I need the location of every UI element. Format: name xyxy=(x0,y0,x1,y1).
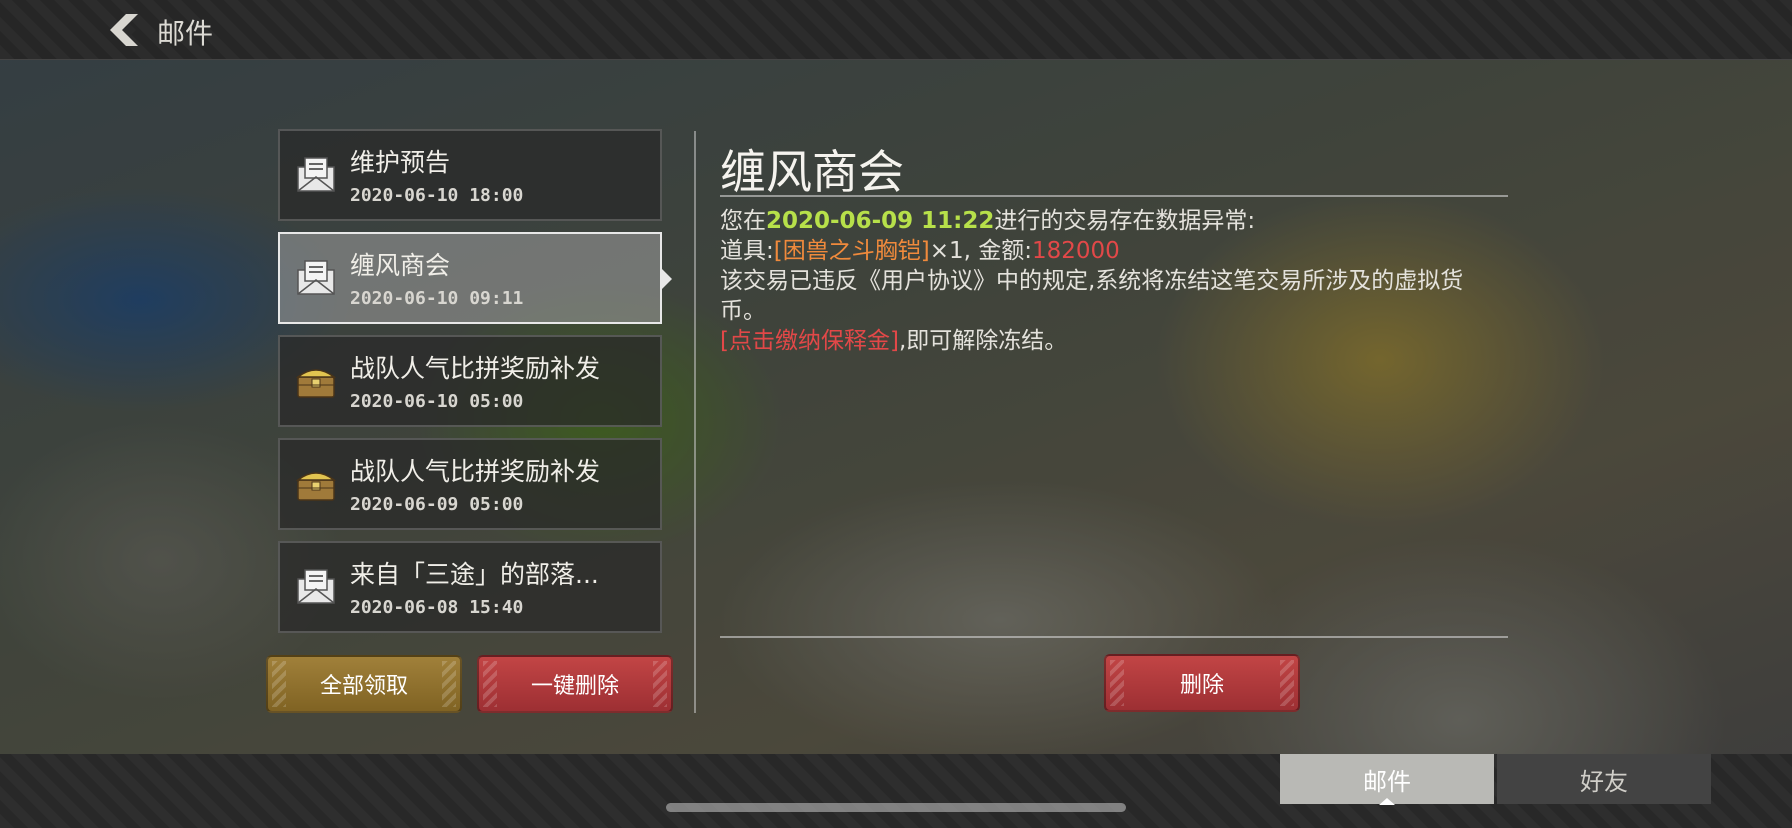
pay-bail-link[interactable]: [点击缴纳保释金] xyxy=(720,328,899,354)
trade-amount: 182000 xyxy=(1031,238,1120,264)
tab-friends[interactable]: 好友 xyxy=(1497,754,1711,804)
envelope-icon xyxy=(297,569,335,604)
mail-item-selected[interactable]: 缠风商会 2020-06-10 09:11 xyxy=(278,232,672,324)
mail-detail-title: 缠风商会 xyxy=(720,145,904,199)
panel-divider xyxy=(694,131,696,713)
detail-text: ,即可解除冻结。 xyxy=(898,328,1068,354)
detail-text: 进行的交易存在数据异常: xyxy=(994,208,1256,234)
title-divider xyxy=(720,195,1508,197)
envelope-icon xyxy=(297,260,335,295)
detail-text: ×1, 金额: xyxy=(929,238,1032,264)
detail-line-4: [点击缴纳保释金],即可解除冻结。 xyxy=(720,326,1508,356)
mail-title: 维护预告 xyxy=(350,148,451,177)
active-tab-caret-icon xyxy=(1379,798,1395,805)
detail-text: 您在 xyxy=(720,208,766,234)
mail-item[interactable]: 战队人气比拼奖励补发 2020-06-09 05:00 xyxy=(278,438,662,530)
item-name: [困兽之斗胸铠] xyxy=(773,238,930,264)
tab-mail-label: 邮件 xyxy=(1363,767,1411,796)
trade-time: 2020-06-09 11:22 xyxy=(766,208,995,234)
mail-list: 维护预告 2020-06-10 18:00 缠风商会 2020-06-10 09… xyxy=(278,129,672,644)
selection-arrow-icon xyxy=(661,268,672,290)
mail-time: 2020-06-08 15:40 xyxy=(350,597,524,618)
home-indicator[interactable] xyxy=(666,803,1126,812)
delete-button[interactable]: 删除 xyxy=(1104,654,1300,712)
back-button[interactable] xyxy=(108,12,142,48)
mail-time: 2020-06-10 05:00 xyxy=(350,391,524,412)
top-bar: 邮件 xyxy=(0,0,1792,60)
mail-title: 战队人气比拼奖励补发 xyxy=(350,354,601,383)
mail-time: 2020-06-10 09:11 xyxy=(350,288,524,309)
detail-line-2: 道具:[困兽之斗胸铠]×1, 金额:182000 xyxy=(720,236,1508,266)
back-chevron-icon xyxy=(110,14,138,46)
detail-text: 道具: xyxy=(720,238,774,264)
mail-item[interactable]: 来自「三途」的部落... 2020-06-08 15:40 xyxy=(278,541,662,633)
mail-title: 缠风商会 xyxy=(350,251,451,280)
tab-friends-label: 好友 xyxy=(1580,767,1628,796)
detail-line-1: 您在2020-06-09 11:22进行的交易存在数据异常: xyxy=(720,206,1508,236)
page-title: 邮件 xyxy=(157,17,214,50)
mail-time: 2020-06-09 05:00 xyxy=(350,494,524,515)
mail-title: 战队人气比拼奖励补发 xyxy=(350,457,601,486)
mail-time: 2020-06-10 18:00 xyxy=(350,185,524,206)
footer-divider xyxy=(720,636,1508,638)
mail-detail-body: 您在2020-06-09 11:22进行的交易存在数据异常: 道具:[困兽之斗胸… xyxy=(720,206,1508,356)
detail-line-3: 该交易已违反《用户协议》中的规定,系统将冻结这笔交易所涉及的虚拟货币。 xyxy=(720,268,1464,324)
claim-all-button[interactable]: 全部领取 xyxy=(266,655,462,713)
mail-item[interactable]: 战队人气比拼奖励补发 2020-06-10 05:00 xyxy=(278,335,662,427)
tab-mail[interactable]: 邮件 xyxy=(1280,754,1494,805)
treasure-chest-icon xyxy=(296,369,336,398)
delete-all-button[interactable]: 一键删除 xyxy=(477,655,673,713)
mail-title: 来自「三途」的部落... xyxy=(350,560,599,589)
envelope-icon xyxy=(297,157,335,192)
mail-item[interactable]: 维护预告 2020-06-10 18:00 xyxy=(278,129,662,221)
treasure-chest-icon xyxy=(296,472,336,501)
